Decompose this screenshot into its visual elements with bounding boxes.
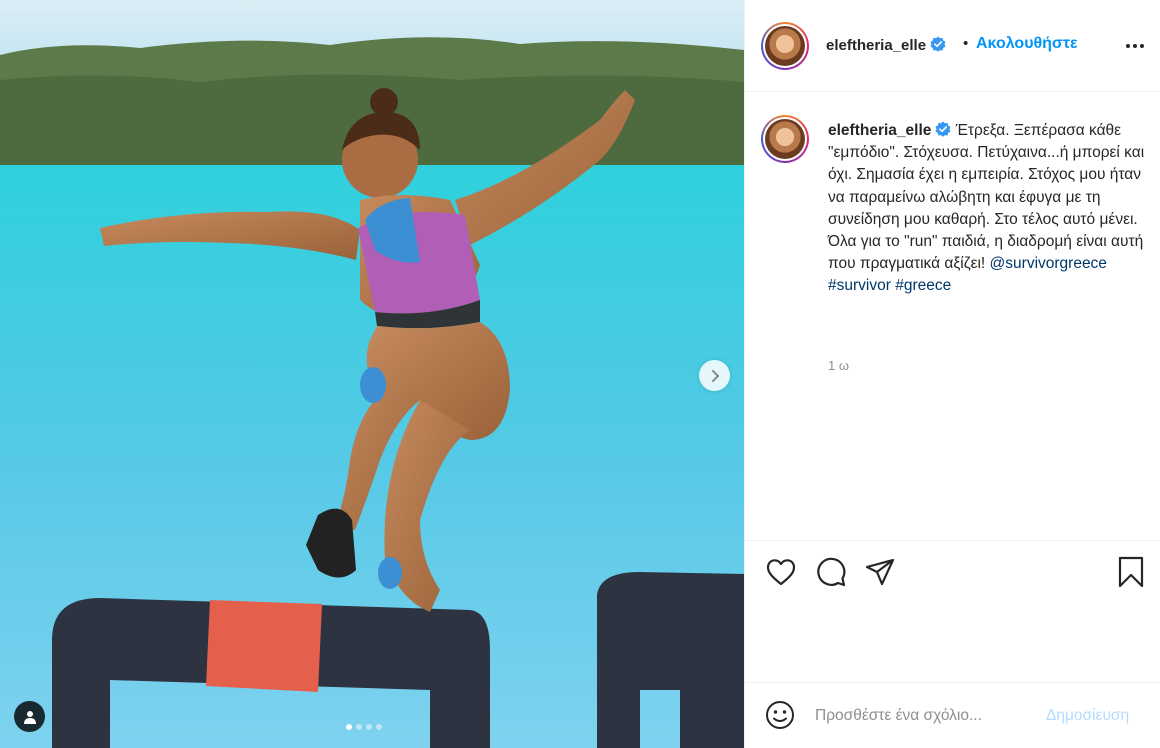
comments-area: eleftheria_elle Έτρεξα. Ξεπέρασα κάθε "ε… xyxy=(745,93,1160,540)
heart-icon xyxy=(766,559,796,586)
bookmark-icon xyxy=(1118,556,1144,588)
post-timestamp[interactable]: 1 ω xyxy=(828,358,849,373)
like-button[interactable] xyxy=(764,555,798,589)
add-comment-bar: Δημοσίευση xyxy=(745,682,1160,748)
emoji-icon xyxy=(766,701,794,729)
more-options-button[interactable] xyxy=(1123,36,1147,56)
chevron-right-icon xyxy=(711,369,719,382)
bookmark-button[interactable] xyxy=(1114,555,1148,589)
comment-button[interactable] xyxy=(814,555,848,589)
header-username[interactable]: eleftheria_elle xyxy=(826,36,946,54)
emoji-button[interactable] xyxy=(764,699,796,731)
more-options-icon xyxy=(1126,44,1144,48)
post-photo xyxy=(0,0,744,748)
verified-badge-icon xyxy=(930,36,946,52)
share-icon xyxy=(865,558,895,586)
header-username-text[interactable]: eleftheria_elle xyxy=(826,37,926,54)
post-actions xyxy=(745,540,1160,682)
caption-username[interactable]: eleftheria_elle xyxy=(828,122,931,139)
carousel-dot xyxy=(376,724,382,730)
post-comment-button[interactable]: Δημοσίευση xyxy=(1046,707,1129,725)
carousel-indicator xyxy=(346,724,382,730)
caption-avatar[interactable] xyxy=(761,115,809,163)
post-header: eleftheria_elle • Ακολουθήστε xyxy=(745,0,1160,92)
avatar[interactable] xyxy=(761,22,809,70)
carousel-next-button[interactable] xyxy=(699,360,730,391)
user-tag-icon xyxy=(23,710,36,724)
post-media[interactable] xyxy=(0,0,744,748)
follow-button[interactable]: Ακολουθήστε xyxy=(976,35,1078,53)
mention-link[interactable]: @survivorgreece xyxy=(990,255,1107,272)
post-side-panel: eleftheria_elle • Ακολουθήστε eleftheria… xyxy=(744,0,1160,748)
hashtag-link[interactable]: #survivor xyxy=(828,277,891,294)
carousel-dot xyxy=(356,724,362,730)
comment-input[interactable] xyxy=(815,703,1035,729)
tagged-users-button[interactable] xyxy=(14,701,45,732)
caption-text: Έτρεξα. Ξεπέρασα κάθε "εμπόδιο". Στόχευσ… xyxy=(828,122,1145,273)
verified-badge-icon xyxy=(935,121,951,137)
header-separator: • xyxy=(963,35,969,52)
share-button[interactable] xyxy=(863,555,897,589)
carousel-dot xyxy=(346,724,352,730)
carousel-dot xyxy=(366,724,372,730)
hashtag-link[interactable]: #greece xyxy=(895,277,951,294)
post-caption: eleftheria_elle Έτρεξα. Ξεπέρασα κάθε "ε… xyxy=(828,120,1148,298)
comment-icon xyxy=(817,557,846,587)
